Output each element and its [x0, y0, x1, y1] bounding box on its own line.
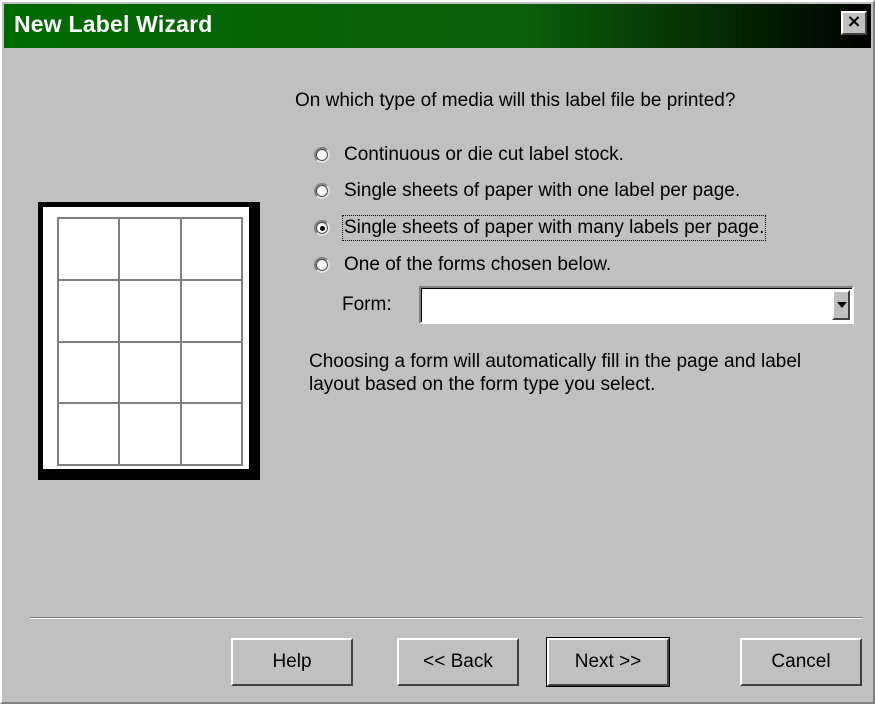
wizard-window: New Label Wizard × On which type of medi…	[0, 0, 875, 704]
help-button-label: Help	[272, 651, 312, 672]
next-button-label: Next >>	[574, 651, 642, 672]
label-cell	[119, 403, 181, 465]
next-button[interactable]: Next >>	[546, 637, 670, 687]
label-cell	[180, 279, 242, 342]
radio-label[interactable]: Single sheets of paper with one label pe…	[344, 180, 740, 202]
radio-button[interactable]	[314, 147, 330, 163]
media-question: On which type of media will this label f…	[295, 90, 736, 111]
radio-forms[interactable]: One of the forms chosen below.	[314, 252, 611, 278]
label-cell	[119, 341, 181, 404]
label-grid	[57, 217, 243, 466]
radio-button[interactable]	[314, 257, 330, 273]
close-icon[interactable]: ×	[841, 11, 867, 35]
label-sheet-preview	[38, 202, 260, 480]
radio-one-per-page[interactable]: Single sheets of paper with one label pe…	[314, 178, 740, 204]
radio-button[interactable]	[314, 183, 330, 199]
back-button-label: << Back	[423, 651, 493, 672]
form-help-text: Choosing a form will automatically fill …	[309, 351, 802, 395]
help-button[interactable]: Help	[231, 638, 353, 686]
chevron-down-icon[interactable]	[832, 290, 850, 320]
radio-label[interactable]: One of the forms chosen below.	[344, 254, 611, 276]
radio-many-per-page[interactable]: Single sheets of paper with many labels …	[314, 215, 767, 241]
label-cell	[119, 279, 181, 342]
label-cell	[180, 341, 242, 404]
preview-page	[42, 206, 250, 470]
radio-continuous[interactable]: Continuous or die cut label stock.	[314, 142, 624, 168]
form-select[interactable]	[419, 286, 854, 324]
window-title: New Label Wizard	[14, 11, 213, 37]
radio-label[interactable]: Continuous or die cut label stock.	[344, 144, 624, 166]
form-label: Form:	[342, 294, 392, 315]
radio-label[interactable]: Single sheets of paper with many labels …	[341, 215, 767, 241]
label-cell	[180, 218, 242, 280]
cancel-button[interactable]: Cancel	[740, 638, 862, 686]
label-cell	[58, 218, 120, 280]
radio-button[interactable]	[314, 220, 330, 236]
label-cell	[58, 341, 120, 404]
label-cell	[119, 218, 181, 280]
label-cell	[180, 403, 242, 465]
cancel-button-label: Cancel	[771, 651, 831, 672]
title-bar[interactable]: New Label Wizard ×	[4, 4, 871, 48]
label-cell	[58, 279, 120, 342]
button-separator	[30, 617, 863, 619]
back-button[interactable]: << Back	[397, 638, 519, 686]
label-cell	[58, 403, 120, 465]
